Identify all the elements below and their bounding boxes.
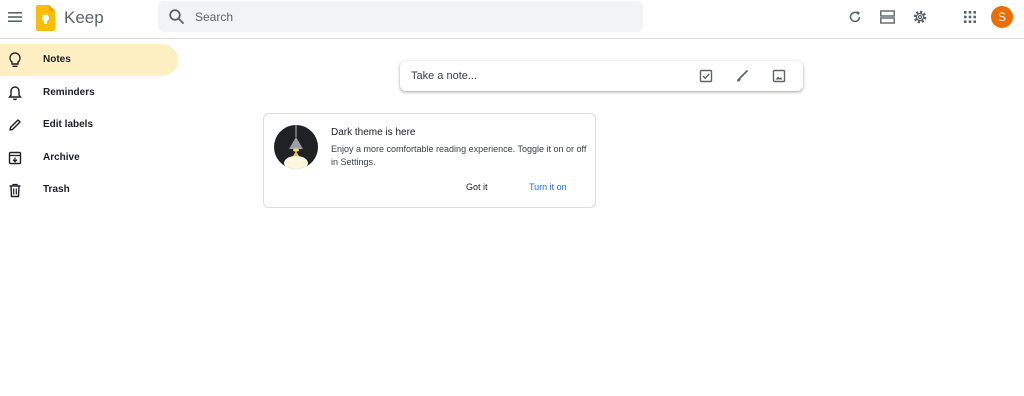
sidebar-item-label: Reminders	[43, 86, 95, 98]
list-view-icon	[879, 10, 895, 24]
apps-grid-icon	[964, 11, 976, 23]
apps-button[interactable]	[960, 7, 980, 27]
search-icon[interactable]	[168, 8, 186, 26]
refresh-button[interactable]	[845, 7, 865, 27]
sidebar-item-reminders[interactable]: Reminders	[0, 77, 178, 109]
settings-button[interactable]	[910, 7, 930, 27]
app-name[interactable]: Keep	[64, 8, 104, 28]
main-menu-icon	[8, 12, 22, 22]
card-title: Dark theme is here	[331, 127, 416, 138]
image-icon	[772, 69, 786, 83]
sidebar-item-archive[interactable]: Archive	[0, 142, 178, 174]
sidebar-item-edit-labels[interactable]: Edit labels	[0, 109, 178, 141]
bell-icon	[6, 84, 24, 102]
pencil-icon	[6, 116, 24, 134]
archive-icon	[6, 149, 24, 167]
sidebar-item-label: Archive	[43, 151, 80, 163]
search-input[interactable]: Search	[195, 10, 233, 24]
brush-icon	[737, 70, 748, 82]
dark-theme-lamp-illustration-icon	[274, 125, 318, 169]
new-drawing-button[interactable]	[733, 67, 751, 85]
account-avatar[interactable]: S	[991, 6, 1013, 28]
take-note-input[interactable]: Take a note...	[411, 70, 477, 82]
sidebar-item-label: Trash	[43, 184, 70, 195]
top-bar: Keep Search S	[0, 0, 1024, 39]
dark-theme-promo-card: Dark theme is here Enjoy a more comforta…	[263, 113, 596, 208]
sidebar-item-trash[interactable]: Trash	[0, 174, 178, 206]
card-body: Enjoy a more comfortable reading experie…	[331, 144, 587, 167]
sidebar-item-label: Notes	[43, 54, 71, 65]
sidebar-item-label: Edit labels	[43, 119, 94, 130]
turn-it-on-button[interactable]: Turn it on	[529, 182, 567, 192]
trash-icon	[6, 181, 24, 199]
keep-logo-icon[interactable]	[36, 5, 55, 31]
lightbulb-icon	[6, 51, 24, 69]
checkbox-icon	[699, 69, 713, 83]
new-list-button[interactable]	[697, 67, 715, 85]
sidebar: Notes Reminders Edit labels Archive Tras…	[0, 44, 180, 207]
refresh-icon	[849, 11, 861, 23]
main-menu-button[interactable]	[4, 4, 26, 30]
got-it-button[interactable]: Got it	[466, 182, 488, 192]
sidebar-item-notes[interactable]: Notes	[0, 44, 178, 76]
new-image-button[interactable]	[770, 67, 788, 85]
take-note-box[interactable]: Take a note...	[400, 61, 803, 91]
list-view-button[interactable]	[877, 7, 897, 27]
search-bar[interactable]: Search	[158, 1, 643, 32]
settings-icon	[913, 10, 927, 24]
